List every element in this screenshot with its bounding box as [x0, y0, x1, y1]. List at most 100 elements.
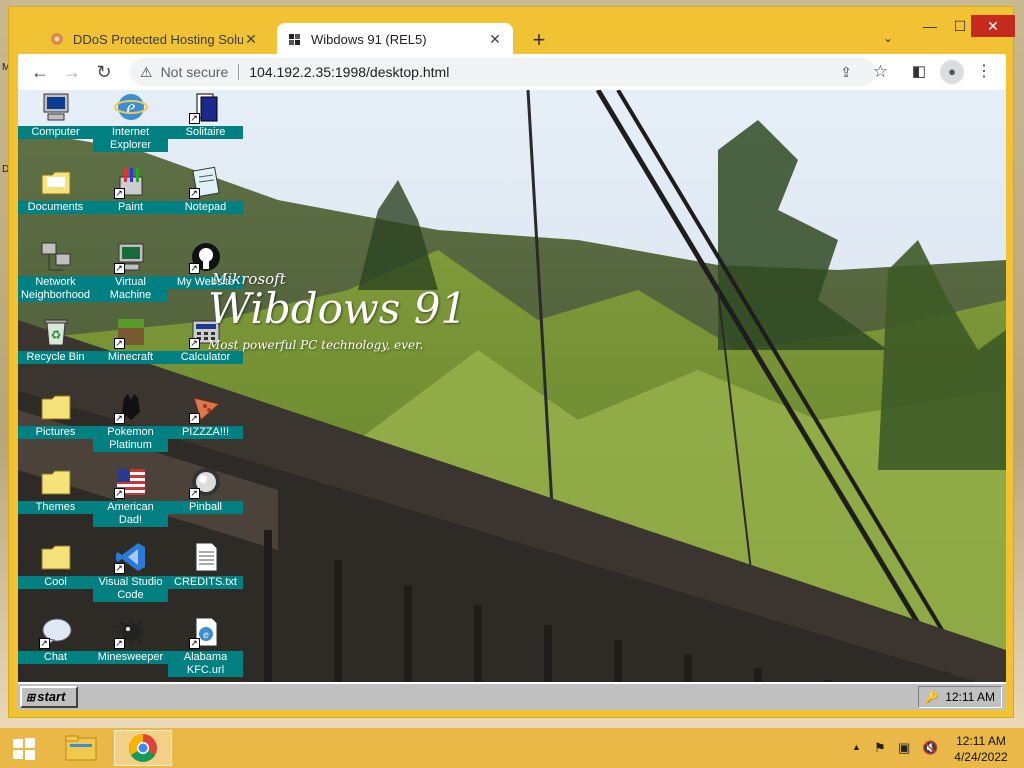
- url-text[interactable]: 104.192.2.35:1998/desktop.html: [249, 64, 449, 80]
- desktop-icon-pictures[interactable]: Pictures: [18, 390, 93, 439]
- text-file-icon: [189, 540, 223, 574]
- desktop-icon-notepad[interactable]: ↗ Notepad: [168, 165, 243, 214]
- wibdows-logo-icon: [287, 31, 303, 47]
- desktop-icon-virtual-machine[interactable]: ↗ Virtual Machine: [93, 240, 168, 302]
- desktop-icon-cool[interactable]: Cool: [18, 540, 93, 589]
- start-button[interactable]: ⊞ start: [20, 686, 78, 708]
- side-panel-icon[interactable]: ◧: [912, 62, 926, 80]
- volume-muted-icon[interactable]: 🔇: [922, 740, 938, 756]
- network-icon[interactable]: ▣: [898, 740, 910, 756]
- shortcut-arrow-icon: ↗: [38, 638, 50, 649]
- profile-avatar-icon[interactable]: ●: [940, 60, 964, 84]
- computer-icon: [39, 90, 73, 124]
- bookmark-star-icon[interactable]: ☆: [873, 62, 888, 82]
- shortcut-arrow-icon: ↗: [188, 638, 200, 649]
- desktop-icon-label: Pokemon Platinum: [93, 426, 168, 452]
- back-button[interactable]: ←: [28, 60, 52, 84]
- desktop-icon-minesweeper[interactable]: ↗ Minesweeper: [93, 615, 168, 664]
- desktop-icon-american-dad[interactable]: ↗ American Dad!: [93, 465, 168, 527]
- tray-key-icon[interactable]: 🔑: [925, 688, 939, 708]
- tab-strip: DDoS Protected Hosting Solution ✕ Wibdow…: [19, 19, 903, 55]
- security-status[interactable]: Not secure: [161, 64, 229, 80]
- shortcut-arrow-icon: ↗: [113, 263, 125, 274]
- retro-taskbar: ⊞ start 🔑 12:11 AM: [18, 682, 1006, 710]
- chrome-icon: [129, 734, 157, 762]
- recycle-bin-icon: ♻: [39, 315, 73, 349]
- ie-icon: e: [113, 90, 148, 124]
- desktop-icon-label: Visual Studio Code: [93, 576, 168, 602]
- desktop-icon-chat[interactable]: ↗ Chat: [18, 615, 93, 664]
- reload-button[interactable]: ↻: [92, 60, 116, 84]
- file-explorer-taskbar-button[interactable]: [52, 730, 110, 766]
- desktop-icon-pinball[interactable]: ↗ Pinball: [168, 465, 243, 514]
- desktop-icon-label: Cool: [18, 576, 93, 589]
- close-window-button[interactable]: ✕: [971, 15, 1015, 37]
- shortcut-arrow-icon: ↗: [113, 188, 125, 199]
- desktop-icon-pizzza[interactable]: ↗ PIZZZA!!!: [168, 390, 243, 439]
- minimize-button[interactable]: —: [917, 15, 943, 37]
- divider: [238, 64, 240, 80]
- desktop-icon-label: Network Neighborhood: [18, 276, 93, 302]
- shortcut-arrow-icon: ↗: [188, 488, 200, 499]
- kebab-menu-icon[interactable]: ⋮: [976, 61, 992, 81]
- desktop-icon-label: PIZZZA!!!: [168, 426, 243, 439]
- flag-icon: ↗: [113, 465, 148, 499]
- desktop-icon-alabama-kfc-url[interactable]: e ↗ Alabama KFC.url: [168, 615, 243, 677]
- host-clock-date: 4/24/2022: [954, 750, 1008, 764]
- desktop-icon-label: Virtual Machine: [93, 276, 168, 302]
- desktop-icon-computer[interactable]: Computer: [18, 90, 93, 139]
- desktop-icon-label: Recycle Bin: [18, 351, 93, 364]
- desktop-icon-pokemon-platinum[interactable]: ↗ Pokemon Platinum: [93, 390, 168, 452]
- desktop-icon-label: Themes: [18, 501, 93, 514]
- folder-icon: [39, 465, 73, 499]
- desktop-icon-label: Chat: [18, 651, 93, 664]
- svg-text:♻: ♻: [50, 328, 61, 342]
- desktop-icon-network-neighborhood[interactable]: Network Neighborhood: [18, 240, 93, 302]
- tab-title: Wibdows 91 (REL5): [311, 31, 427, 47]
- desktop-icon-label: Documents: [18, 201, 93, 214]
- show-hidden-icons-icon[interactable]: ▲: [852, 742, 861, 752]
- minecraft-icon: ↗: [113, 315, 148, 349]
- action-center-flag-icon[interactable]: ⚑: [874, 740, 886, 756]
- file-explorer-icon: [65, 735, 97, 761]
- host-clock[interactable]: 12:11 AM 4/24/2022: [946, 733, 1016, 765]
- virtual-machine-icon: ↗: [113, 240, 148, 274]
- desktop-icon-label: Solitaire: [168, 126, 243, 139]
- warning-icon[interactable]: ⚠: [140, 64, 153, 81]
- tab-search-icon[interactable]: ⌄: [879, 31, 897, 49]
- desktop-icon-label: Pictures: [18, 426, 93, 439]
- desktop-icon-label: Notepad: [168, 201, 243, 214]
- solitaire-icon: ↗: [188, 90, 223, 124]
- desktop-icon-solitaire[interactable]: ↗ Solitaire: [168, 90, 243, 139]
- svg-text:e: e: [203, 630, 209, 641]
- tab-ddos-hosting[interactable]: DDoS Protected Hosting Solution ✕: [39, 23, 269, 55]
- desktop-icon-internet-explorer[interactable]: e Internet Explorer: [93, 90, 168, 152]
- page-viewport: Computer e Internet Explorer ↗ Solitaire Docu…: [18, 90, 1006, 710]
- system-tray: 🔑 12:11 AM: [918, 686, 1002, 708]
- chrome-taskbar-button[interactable]: [114, 730, 172, 766]
- share-icon[interactable]: ⇪: [840, 64, 852, 81]
- new-tab-button[interactable]: +: [527, 29, 551, 53]
- desktop-icon-label: Computer: [18, 126, 93, 139]
- address-bar[interactable]: ⚠ Not secure 104.192.2.35:1998/desktop.h…: [130, 58, 876, 86]
- documents-folder-icon: [39, 165, 73, 199]
- maximize-button[interactable]: ☐: [947, 15, 973, 37]
- close-tab-icon[interactable]: ✕: [487, 31, 503, 47]
- shortcut-arrow-icon: ↗: [113, 338, 125, 349]
- desktop-icon-documents[interactable]: Documents: [18, 165, 93, 214]
- tab-wibdows-91[interactable]: Wibdows 91 (REL5) ✕: [277, 23, 513, 55]
- desktop-icon-minecraft[interactable]: ↗ Minecraft: [93, 315, 168, 364]
- pizza-icon: ↗: [188, 390, 223, 424]
- close-tab-icon[interactable]: ✕: [243, 31, 259, 47]
- desktop-icon-paint[interactable]: ↗ Paint: [93, 165, 168, 214]
- desktop-icon-credits-txt[interactable]: CREDITS.txt: [168, 540, 243, 589]
- desktop-icon-visual-studio-code[interactable]: ↗ Visual Studio Code: [93, 540, 168, 602]
- tray-clock[interactable]: 12:11 AM: [945, 690, 995, 704]
- desktop-icon-themes[interactable]: Themes: [18, 465, 93, 514]
- windows-start-icon[interactable]: [12, 737, 36, 761]
- desktop-icon-recycle-bin[interactable]: ♻ Recycle Bin: [18, 315, 93, 364]
- brand-tagline: Most powerful PC technology, ever.: [208, 338, 424, 352]
- forward-button[interactable]: →: [60, 60, 84, 84]
- start-label: start: [37, 689, 66, 704]
- desktop-icon-label: Pinball: [168, 501, 243, 514]
